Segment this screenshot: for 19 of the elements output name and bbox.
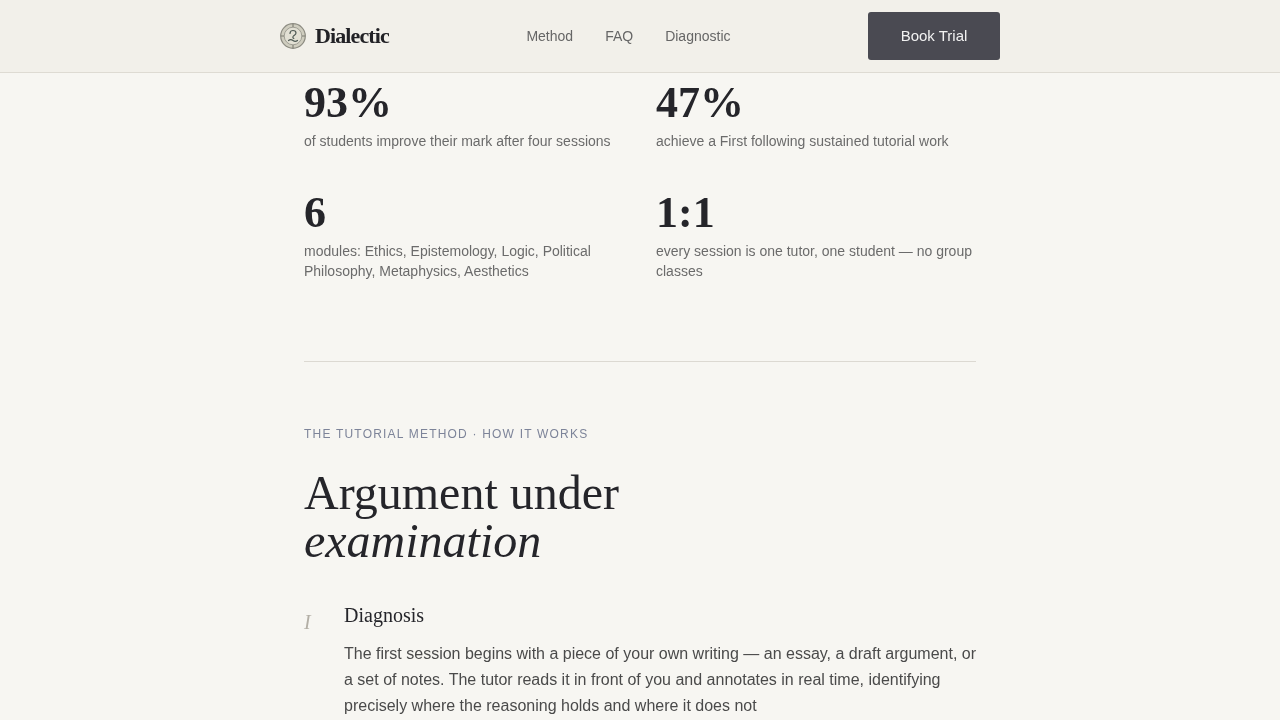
stat-value: 6 — [304, 191, 326, 235]
medallion-logo-icon — [280, 23, 306, 49]
step-numeral: I — [304, 610, 311, 634]
nav-link[interactable]: Method — [526, 25, 574, 47]
step-description: The first session begins with a piece of your own writing — an essay, a draft argument, or a set of notes. The tutor reads it in front of you and annotates in real time, identifying precisely where the reasoning holds and where it does not — [344, 644, 976, 716]
brand-name[interactable]: Dialectic — [315, 25, 389, 47]
stat-value: 93% — [304, 81, 392, 125]
stat-caption: every session is one tutor, one student — no group classes — [656, 242, 973, 281]
book-trial-button[interactable]: Book Trial — [868, 12, 1000, 60]
section-eyebrow: THE TUTORIAL METHOD · HOW IT WORKS — [304, 426, 590, 442]
nav-link[interactable]: Diagnostic — [665, 25, 731, 47]
stat-caption: modules: Ethics, Epistemology, Logic, Political Philosophy, Metaphysics, Aesthetics — [304, 242, 592, 281]
stat-caption: achieve a First following sustained tutorial work — [656, 132, 950, 151]
stat-caption: of students improve their mark after four sessions — [304, 132, 612, 151]
stat-value: 47% — [656, 81, 744, 125]
section-heading: Argument under examination — [304, 469, 621, 565]
step-title: Diagnosis — [344, 603, 425, 629]
stat-value: 1:1 — [656, 191, 715, 235]
nav-link[interactable]: FAQ — [605, 25, 634, 47]
